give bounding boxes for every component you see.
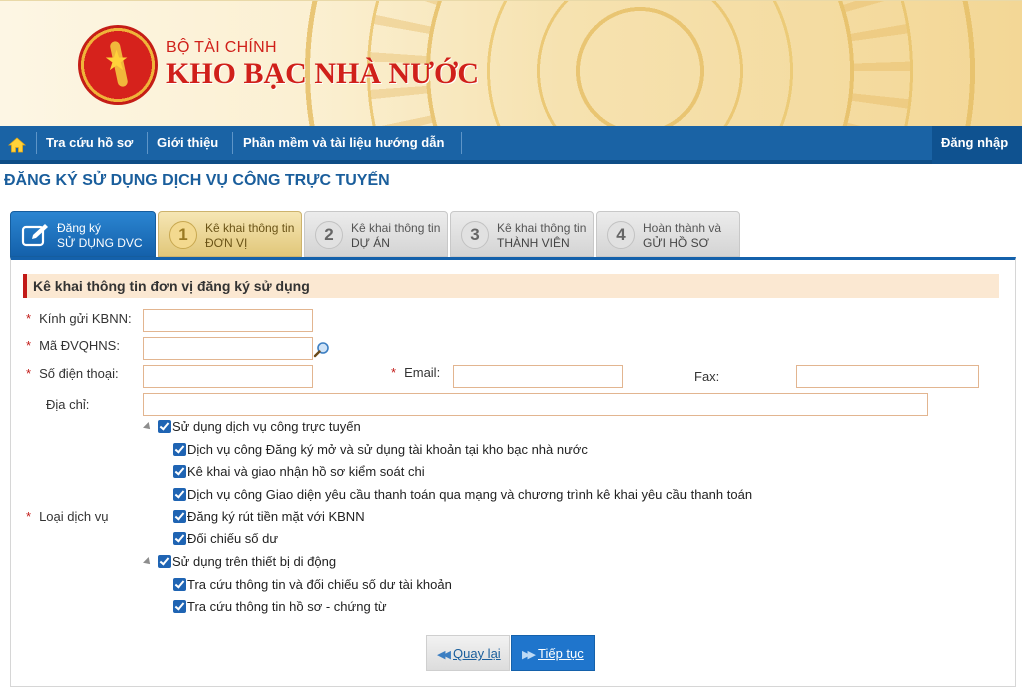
tree-item[interactable]: Dịch vụ công Đăng ký mở và sử dụng tài k…: [173, 442, 588, 460]
section-title: Kê khai thông tin đơn vị đăng ký sử dụng: [33, 278, 310, 294]
step-label-line2: GỬI HỒ SƠ: [643, 236, 709, 250]
double-left-arrow-icon: ◀◀: [437, 649, 451, 661]
treasury-emblem-logo: ★: [78, 25, 158, 105]
step-submit[interactable]: 4 Hoàn thành và GỬI HỒ SƠ: [596, 211, 740, 257]
checkbox-checked-icon[interactable]: [173, 578, 186, 591]
main-nav: Tra cứu hồ sơ Giới thiệu Phần mềm và tài…: [0, 126, 1022, 164]
fax-input[interactable]: [796, 365, 979, 388]
step-number: 3: [461, 221, 489, 249]
tree-item[interactable]: Kê khai và giao nhận hồ sơ kiểm soát chi: [173, 464, 425, 482]
required-mark: *: [26, 311, 32, 326]
continue-button[interactable]: ▶▶ Tiếp tục: [511, 635, 595, 671]
nav-phan-mem-tai-lieu[interactable]: Phần mềm và tài liệu hướng dẫn: [243, 126, 444, 160]
step-unit-info[interactable]: 1 Kê khai thông tin ĐƠN VỊ: [158, 211, 302, 257]
checkbox-checked-icon[interactable]: [173, 600, 186, 613]
service-type-label: * Loại dịch vụ: [26, 509, 109, 524]
required-mark: *: [391, 365, 397, 380]
collapse-icon[interactable]: [143, 557, 153, 567]
login-tab[interactable]: Đăng nhập: [932, 126, 1022, 164]
required-mark: *: [26, 366, 32, 381]
checkbox-checked-icon[interactable]: [173, 510, 186, 523]
kbnn-label: * Kính gửi KBNN:: [26, 311, 132, 326]
tree-item[interactable]: Dịch vụ công Giao diện yêu cầu thanh toá…: [173, 487, 752, 505]
tree-item[interactable]: Tra cứu thông tin và đối chiếu số dư tài…: [173, 577, 452, 595]
org-treasury-name: KHO BẠC NHÀ NƯỚC: [166, 57, 480, 90]
edit-form-icon: [21, 224, 48, 247]
nav-tra-cuu-ho-so[interactable]: Tra cứu hồ sơ: [46, 126, 133, 160]
dvqhns-input[interactable]: [143, 337, 313, 360]
org-ministry-name: BỘ TÀI CHÍNH: [166, 39, 277, 56]
checkbox-checked-icon[interactable]: [173, 488, 186, 501]
kbnn-input[interactable]: [143, 309, 313, 332]
double-right-arrow-icon: ▶▶: [522, 649, 536, 661]
address-label: Địa chỉ:: [46, 397, 90, 412]
login-link[interactable]: Đăng nhập: [941, 126, 1008, 160]
collapse-icon[interactable]: [143, 422, 153, 432]
fax-label: Fax:: [694, 369, 720, 384]
tree-group-mobile-services[interactable]: Sử dụng trên thiết bị di động: [143, 554, 336, 572]
step-number: 2: [315, 221, 343, 249]
header-banner: ★ BỘ TÀI CHÍNH KHO BẠC NHÀ NƯỚC: [0, 0, 1022, 126]
step-label-line1: Kê khai thông tin: [351, 221, 441, 235]
step-label-line1: Kê khai thông tin: [497, 221, 587, 235]
tree-item[interactable]: Đối chiếu số dư: [173, 531, 278, 549]
checkbox-checked-icon[interactable]: [173, 532, 186, 545]
email-label: * Email:: [391, 365, 441, 380]
step-number: 1: [169, 221, 197, 249]
step-number: 4: [607, 221, 635, 249]
required-mark: *: [26, 509, 32, 524]
section-header: Kê khai thông tin đơn vị đăng ký sử dụng: [23, 274, 999, 298]
checkbox-checked-icon[interactable]: [158, 420, 171, 433]
tree-item[interactable]: Đăng ký rút tiền mặt với KBNN: [173, 509, 365, 527]
lookup-magnifier-icon[interactable]: [313, 341, 331, 359]
checkbox-checked-icon[interactable]: [173, 443, 186, 456]
phone-label: * Số điện thoại:: [26, 366, 119, 381]
home-icon[interactable]: [8, 137, 26, 153]
nav-gioi-thieu[interactable]: Giới thiệu: [157, 126, 218, 160]
step-label-line1: Hoàn thành và: [643, 221, 722, 235]
back-button[interactable]: ◀◀ Quay lại: [426, 635, 510, 671]
dvqhns-label: * Mã ĐVQHNS:: [26, 338, 120, 353]
tree-item[interactable]: Tra cứu thông tin hồ sơ - chứng từ: [173, 599, 387, 617]
step-label-line2: SỬ DỤNG DVC: [57, 236, 143, 250]
required-mark: *: [26, 338, 32, 353]
step-register[interactable]: Đăng ký SỬ DỤNG DVC: [10, 211, 156, 257]
checkbox-checked-icon[interactable]: [158, 555, 171, 568]
step-label-line1: Đăng ký: [57, 221, 102, 235]
step-label-line2: ĐƠN VỊ: [205, 236, 248, 250]
address-input[interactable]: [143, 393, 928, 416]
step-label-line2: DỰ ÁN: [351, 236, 390, 250]
phone-input[interactable]: [143, 365, 313, 388]
checkbox-checked-icon[interactable]: [173, 465, 186, 478]
step-member-info[interactable]: 3 Kê khai thông tin THÀNH VIÊN: [450, 211, 594, 257]
step-project-info[interactable]: 2 Kê khai thông tin DỰ ÁN: [304, 211, 448, 257]
step-label-line1: Kê khai thông tin: [205, 221, 295, 235]
page-title: ĐĂNG KÝ SỬ DỤNG DỊCH VỤ CÔNG TRỰC TUYẾN: [4, 172, 390, 189]
step-label-line2: THÀNH VIÊN: [497, 236, 570, 250]
tree-group-online-services[interactable]: Sử dụng dịch vụ công trực tuyến: [143, 419, 361, 437]
email-input[interactable]: [453, 365, 623, 388]
